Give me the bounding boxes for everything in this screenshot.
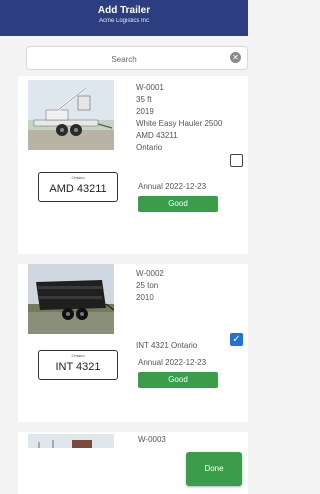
trailer-details: W-0002 25 ton 2010: [136, 268, 248, 304]
annual-inspection: Annual 2022-12-23: [138, 182, 207, 191]
trailer-size: 25 ton: [136, 281, 159, 290]
clear-circle-icon[interactable]: ✕: [230, 52, 241, 63]
search-input[interactable]: [27, 47, 221, 71]
trailer-details: W-0001 35 ft 2019 White Easy Hauler 2500…: [136, 82, 248, 154]
trailer-card[interactable]: Ontario INT 4321 W-0002 25 ton 2010 INT …: [18, 262, 248, 422]
plate-province: Ontario: [71, 175, 85, 180]
status-badge: Good: [138, 196, 218, 212]
trailer-model: White Easy Hauler 2500: [136, 119, 223, 128]
license-plate: Ontario INT 4321: [38, 350, 118, 380]
app-header: Add Trailer Acme Logistics Inc: [0, 0, 248, 36]
trailer-id: W-0001: [136, 83, 164, 92]
company-name: Acme Logistics Inc: [98, 18, 150, 24]
trailer-plate-line: INT 4321 Ontario: [136, 340, 222, 352]
page-title: Add Trailer: [97, 5, 151, 16]
plate-number: AMD 43211: [49, 183, 107, 195]
search-bar[interactable]: ✕: [26, 46, 248, 71]
trailer-photo: [28, 434, 114, 448]
trailer-plate: AMD 43211: [136, 131, 178, 140]
trailer-photo: [28, 80, 114, 150]
trailer-province: Ontario: [171, 341, 198, 350]
trailer-list[interactable]: Ontario AMD 43211 W-0001 35 ft 2019 Whit…: [18, 76, 248, 494]
annual-inspection: Annual 2022-12-23: [138, 358, 207, 367]
plate-province: Ontario: [71, 353, 85, 358]
trailer-photo: [28, 264, 114, 334]
divider: [18, 422, 248, 432]
plate-number: INT 4321: [55, 361, 101, 373]
trailer-year: 2019: [136, 107, 154, 116]
trailer-details: W-0003: [138, 434, 250, 446]
done-button[interactable]: Done: [186, 452, 242, 486]
license-plate: Ontario AMD 43211: [38, 172, 118, 202]
trailer-plate: INT 4321: [136, 341, 169, 350]
trailer-card[interactable]: Ontario AMD 43211 W-0001 35 ft 2019 Whit…: [18, 76, 248, 246]
trailer-year: 2010: [136, 293, 154, 302]
trailer-id: W-0003: [138, 435, 166, 444]
trailer-province: Ontario: [136, 143, 163, 152]
trailer-size: 35 ft: [136, 95, 152, 104]
select-checkbox[interactable]: [230, 154, 243, 167]
trailer-id: W-0002: [136, 269, 164, 278]
select-checkbox[interactable]: ✓: [230, 333, 243, 346]
status-badge: Good: [138, 372, 218, 388]
